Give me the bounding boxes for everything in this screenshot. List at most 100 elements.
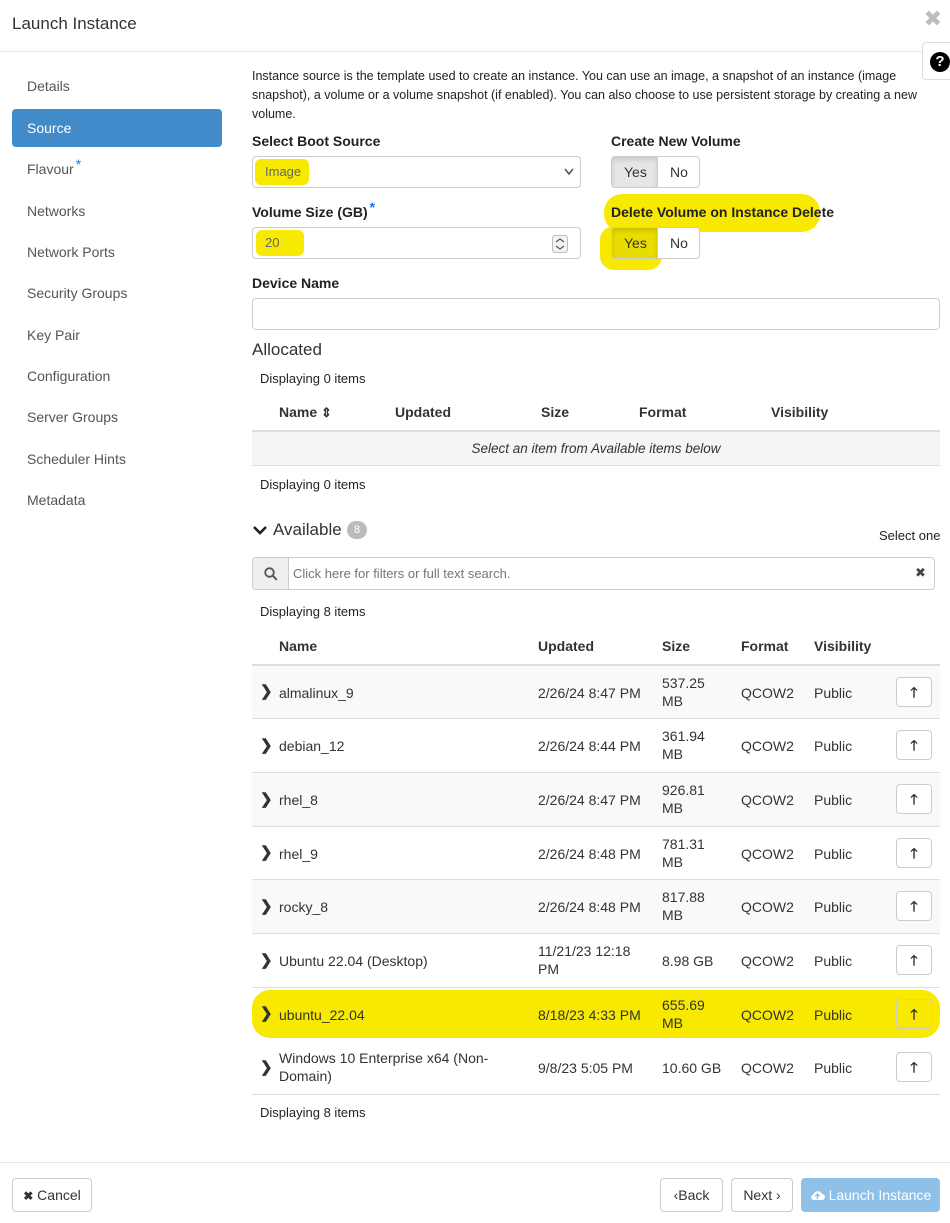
row-size: 537.25 MB	[662, 675, 705, 709]
table-row[interactable]: ❯ almalinux_9 2/26/24 8:47 PM 537.25 MB …	[252, 666, 940, 719]
sidebar-item-networks[interactable]: Networks	[12, 192, 222, 230]
row-size: 926.81 MB	[662, 782, 705, 816]
allocate-button[interactable]: 🡑	[896, 891, 932, 921]
available-col-visibility: Visibility	[814, 638, 872, 654]
sidebar-item-label: Key Pair	[27, 327, 80, 343]
boot-source-label: Select Boot Source	[252, 133, 381, 149]
row-visibility: Public	[814, 685, 853, 701]
available-col-updated: Updated	[538, 638, 594, 654]
allocate-button[interactable]: 🡑	[896, 999, 932, 1029]
row-format: QCOW2	[741, 685, 794, 701]
sidebar-item-network-ports[interactable]: Network Ports	[12, 233, 222, 271]
sidebar-item-key-pair[interactable]: Key Pair	[12, 316, 222, 354]
allocated-col-name[interactable]: Name ⇕	[279, 404, 332, 421]
table-row[interactable]: ❯ debian_12 2/26/24 8:44 PM 361.94 MB QC…	[252, 719, 940, 773]
sidebar-item-source[interactable]: Source	[12, 109, 222, 147]
available-title: Available	[273, 520, 342, 539]
row-updated: 8/18/23 4:33 PM	[538, 1007, 641, 1023]
table-row[interactable]: ❯ rocky_8 2/26/24 8:48 PM 817.88 MB QCOW…	[252, 880, 940, 934]
allocate-button[interactable]: 🡑	[896, 677, 932, 707]
chevron-down-icon	[253, 526, 267, 535]
create-volume-toggle: Yes No	[611, 156, 700, 188]
table-row-selected[interactable]: ❯ ubuntu_22.04 8/18/23 4:33 PM 655.69 MB…	[252, 990, 940, 1038]
arrow-up-icon: 🡑	[910, 1006, 918, 1022]
allocated-empty-row: Select an item from Available items belo…	[252, 432, 940, 466]
table-row[interactable]: ❯ rhel_8 2/26/24 8:47 PM 926.81 MB QCOW2…	[252, 773, 940, 827]
sidebar-item-flavour[interactable]: Flavour *	[12, 150, 222, 188]
available-count-badge: 8	[347, 521, 367, 539]
sidebar-item-details[interactable]: Details	[12, 67, 222, 105]
help-button[interactable]: ?	[922, 42, 950, 80]
allocated-count-bottom: Displaying 0 items	[260, 477, 366, 492]
spinner-icon[interactable]	[552, 235, 568, 253]
search-input[interactable]	[291, 559, 891, 588]
delete-volume-yes-button[interactable]: Yes	[611, 227, 658, 259]
arrow-up-icon: 🡑	[910, 684, 918, 700]
device-name-input[interactable]	[252, 298, 940, 330]
table-row[interactable]: ❯ Ubuntu 22.04 (Desktop) 11/21/23 12:18 …	[252, 934, 940, 988]
row-size: 655.69 MB	[662, 997, 705, 1031]
close-icon[interactable]: ✖	[924, 8, 942, 30]
row-visibility: Public	[814, 1060, 853, 1076]
sidebar-item-label: Flavour	[27, 161, 74, 177]
allocate-button[interactable]: 🡑	[896, 945, 932, 975]
allocate-button[interactable]: 🡑	[896, 1052, 932, 1082]
allocated-col-visibility: Visibility	[771, 404, 829, 420]
select-one-hint: Select one	[879, 528, 941, 543]
allocate-button[interactable]: 🡑	[896, 838, 932, 868]
available-col-format: Format	[741, 638, 789, 654]
boot-source-select[interactable]: Image	[252, 156, 581, 188]
row-visibility: Public	[814, 899, 853, 915]
chevron-right-icon[interactable]: ❯	[260, 843, 273, 861]
sidebar-item-configuration[interactable]: Configuration	[12, 357, 222, 395]
chevron-right-icon[interactable]: ❯	[260, 682, 273, 700]
available-count-bottom: Displaying 8 items	[260, 1105, 366, 1120]
row-size: 781.31 MB	[662, 836, 705, 870]
sidebar-item-label: Server Groups	[27, 409, 119, 425]
next-button[interactable]: Next ›	[731, 1178, 793, 1212]
row-name: almalinux_9	[279, 685, 354, 701]
row-visibility: Public	[814, 953, 853, 969]
row-format: QCOW2	[741, 846, 794, 862]
row-format: QCOW2	[741, 953, 794, 969]
launch-instance-button[interactable]: Launch Instance	[801, 1178, 940, 1212]
row-updated: 2/26/24 8:48 PM	[538, 899, 641, 915]
chevron-right-icon[interactable]: ❯	[260, 1004, 273, 1022]
chevron-right-icon[interactable]: ❯	[260, 1058, 273, 1076]
row-updated: 9/8/23 5:05 PM	[538, 1060, 633, 1076]
sidebar-item-security-groups[interactable]: Security Groups	[12, 274, 222, 312]
arrow-up-icon: 🡑	[910, 791, 918, 807]
table-row[interactable]: ❯ rhel_9 2/26/24 8:48 PM 781.31 MB QCOW2…	[252, 827, 940, 880]
sidebar-item-metadata[interactable]: Metadata	[12, 481, 222, 519]
row-format: QCOW2	[741, 899, 794, 915]
sidebar-item-scheduler-hints[interactable]: Scheduler Hints	[12, 440, 222, 478]
row-size: 10.60 GB	[662, 1060, 722, 1076]
allocate-button[interactable]: 🡑	[896, 784, 932, 814]
volume-size-label: Volume Size (GB) *	[252, 199, 376, 220]
cancel-button[interactable]: ✖ Cancel	[12, 1178, 92, 1212]
row-visibility: Public	[814, 846, 853, 862]
row-updated: 2/26/24 8:48 PM	[538, 846, 641, 862]
row-name: rhel_9	[279, 846, 318, 862]
chevron-right-icon[interactable]: ❯	[260, 736, 273, 754]
create-volume-no-button[interactable]: No	[658, 156, 700, 188]
delete-volume-no-button[interactable]: No	[658, 227, 700, 259]
row-visibility: Public	[814, 1007, 853, 1023]
chevron-right-icon[interactable]: ❯	[260, 790, 273, 808]
sidebar-item-server-groups[interactable]: Server Groups	[12, 398, 222, 436]
volume-size-value: 20	[265, 235, 280, 250]
chevron-right-icon[interactable]: ❯	[260, 951, 273, 969]
row-format: QCOW2	[741, 1060, 794, 1076]
search-bar: ✖	[252, 557, 935, 590]
create-volume-yes-button[interactable]: Yes	[611, 156, 658, 188]
row-visibility: Public	[814, 738, 853, 754]
back-button[interactable]: ‹Back	[660, 1178, 723, 1212]
volume-size-input[interactable]: 20	[252, 227, 581, 259]
chevron-right-icon[interactable]: ❯	[260, 897, 273, 915]
clear-icon[interactable]: ✖	[915, 565, 926, 581]
row-size: 361.94 MB	[662, 728, 705, 762]
row-size: 8.98 GB	[662, 953, 714, 969]
available-count-top: Displaying 8 items	[260, 604, 366, 619]
allocate-button[interactable]: 🡑	[896, 730, 932, 760]
table-row[interactable]: ❯ Windows 10 Enterprise x64 (Non-Domain)…	[252, 1041, 940, 1095]
